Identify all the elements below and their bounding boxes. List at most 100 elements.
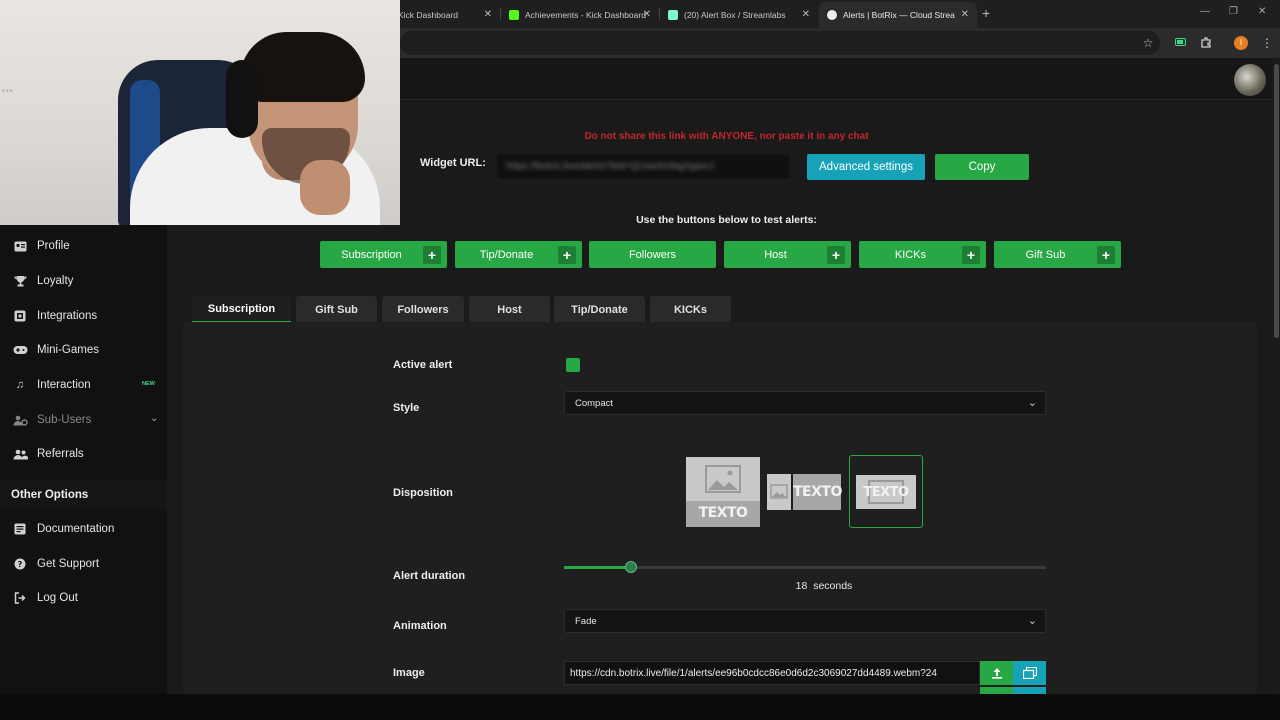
restore-icon[interactable]: ❐: [1229, 6, 1238, 17]
document-icon: [12, 522, 28, 536]
tab-subscription[interactable]: Subscription: [192, 296, 291, 323]
webcam-headphones: [226, 60, 258, 138]
disposition-option-text-right[interactable]: TEXTO: [793, 474, 842, 510]
sidebar-item-referrals[interactable]: Referrals: [0, 439, 167, 469]
tab-tip-donate[interactable]: Tip/Donate: [554, 296, 645, 323]
kick-logo-icon: [509, 10, 519, 20]
logout-icon: [12, 591, 28, 605]
botrix-logo-icon: [827, 10, 837, 20]
users-gear-icon: [12, 413, 28, 427]
animation-select[interactable]: Fade ⌄: [564, 609, 1046, 633]
sidebar-item-label: Integrations: [37, 310, 98, 322]
test-gift-sub-button[interactable]: Gift Sub +: [994, 241, 1121, 268]
sidebar-item-mini-games[interactable]: Mini-Games: [0, 335, 167, 365]
test-kicks-button[interactable]: KICKs +: [859, 241, 986, 268]
sidebar-item-log-out[interactable]: Log Out: [0, 583, 167, 613]
question-icon: ?: [12, 557, 28, 571]
sidebar-item-label: Sub-Users: [37, 414, 92, 426]
sidebar-item-label: Log Out: [37, 592, 78, 604]
plus-icon[interactable]: +: [423, 245, 441, 264]
close-icon[interactable]: ✕: [802, 9, 810, 20]
disposition-option-image-left[interactable]: [767, 474, 791, 510]
page-scrollbar-thumb[interactable]: [1274, 64, 1279, 338]
window-close-icon[interactable]: ✕: [1258, 6, 1266, 17]
close-icon[interactable]: ✕: [484, 9, 492, 20]
close-icon[interactable]: ✕: [961, 9, 969, 20]
image-url-input[interactable]: https://cdn.botrix.live/file/1/alerts/ee…: [564, 661, 980, 685]
next-row-button[interactable]: [980, 687, 1013, 694]
menu-kebab-icon[interactable]: ⋮: [1260, 36, 1274, 50]
bookmark-star-icon[interactable]: ☆: [1141, 36, 1155, 50]
tab-gift-sub[interactable]: Gift Sub: [296, 296, 377, 323]
sidebar-item-loyalty[interactable]: Loyalty: [0, 266, 167, 296]
style-select[interactable]: Compact ⌄: [564, 391, 1046, 415]
chevron-down-icon[interactable]: ⌄: [150, 413, 158, 424]
plus-icon[interactable]: +: [962, 245, 980, 264]
image-placeholder-icon: [686, 457, 760, 501]
extensions-puzzle-icon[interactable]: [1199, 36, 1213, 50]
browser-tab-streamlabs[interactable]: (20) Alert Box / Streamlabs ✕: [660, 2, 818, 28]
upload-icon[interactable]: [980, 661, 1013, 685]
tab-kicks[interactable]: KICKs: [650, 296, 731, 323]
close-icon[interactable]: ✕: [643, 9, 651, 20]
profile-avatar-icon[interactable]: I: [1234, 36, 1248, 50]
advanced-settings-button[interactable]: Advanced settings: [807, 154, 925, 180]
tab-host[interactable]: Host: [469, 296, 550, 323]
sidebar-item-sub-users[interactable]: Sub-Users ⌄: [0, 405, 167, 435]
sidebar-item-get-support[interactable]: ? Get Support: [0, 549, 167, 579]
sidebar-item-integrations[interactable]: Integrations: [0, 301, 167, 331]
tab-title: Kick Dashboard: [398, 10, 459, 20]
duration-unit: seconds: [813, 580, 853, 592]
other-options-heading: Other Options: [0, 480, 167, 510]
test-followers-button[interactable]: Followers: [589, 241, 716, 268]
test-alerts-label: Use the buttons below to test alerts:: [636, 214, 817, 226]
browser-tab-botrix[interactable]: Alerts | BotRix — Cloud Stream ✕: [819, 2, 977, 28]
browser-tab-kick-dashboard[interactable]: Kick Dashboard ✕: [390, 2, 500, 28]
bottom-bar: [0, 694, 1280, 720]
sidebar-item-interaction[interactable]: ♫ Interaction NEW: [0, 370, 167, 400]
sidebar-item-label: Get Support: [37, 558, 100, 570]
profile-card-icon: [12, 239, 28, 253]
image-placeholder-icon: [770, 484, 788, 499]
test-button-label: Followers: [628, 248, 677, 261]
slider-handle[interactable]: [625, 561, 637, 573]
tab-followers[interactable]: Followers: [382, 296, 464, 323]
widget-url-input[interactable]: https://botrix.live/alerts?bid=QUxwXmbgX…: [495, 152, 792, 181]
slider-fill: [564, 566, 631, 569]
gallery-icon[interactable]: [1013, 661, 1046, 685]
active-alert-checkbox[interactable]: [566, 358, 580, 372]
sidebar-item-label: Loyalty: [37, 275, 74, 287]
sidebar-item-label: Interaction: [37, 379, 91, 391]
test-button-label: Subscription: [341, 248, 402, 261]
user-avatar[interactable]: [1234, 64, 1266, 96]
plus-icon[interactable]: +: [827, 245, 845, 264]
svg-text:?: ?: [18, 560, 23, 569]
plus-icon[interactable]: +: [558, 245, 576, 264]
test-host-button[interactable]: Host +: [724, 241, 851, 268]
alert-duration-readout: 18 seconds: [564, 580, 1084, 592]
extension-battery-icon[interactable]: [1174, 36, 1188, 50]
users-icon: [12, 447, 28, 461]
disposition-option-image-top[interactable]: TEXTO: [686, 457, 760, 527]
sidebar-item-profile[interactable]: Profile: [0, 231, 167, 261]
streamlabs-logo-icon: [668, 10, 678, 20]
gamepad-icon: [12, 343, 28, 357]
test-button-label: KICKs: [894, 248, 927, 261]
copy-button[interactable]: Copy: [935, 154, 1029, 180]
test-button-label: Tip/Donate: [479, 248, 534, 261]
new-tab-button[interactable]: +: [982, 5, 990, 21]
next-row-button[interactable]: [1013, 687, 1046, 694]
browser-tab-achievements[interactable]: Achievements - Kick Dashboard ✕: [501, 2, 659, 28]
plus-icon[interactable]: +: [1097, 245, 1115, 264]
test-subscription-button[interactable]: Subscription +: [320, 241, 447, 268]
animation-value: Fade: [575, 615, 597, 627]
new-badge: NEW: [142, 381, 155, 387]
minimize-icon[interactable]: —: [1200, 6, 1210, 17]
disposition-option-text-over-image[interactable]: TEXTO: [856, 475, 916, 509]
test-button-label: Gift Sub: [1025, 248, 1066, 261]
tab-title: Achievements - Kick Dashboard: [525, 10, 646, 20]
test-tip-donate-button[interactable]: Tip/Donate +: [455, 241, 582, 268]
sidebar-item-documentation[interactable]: Documentation: [0, 514, 167, 544]
style-value: Compact: [575, 397, 614, 409]
url-field[interactable]: [400, 31, 1160, 55]
